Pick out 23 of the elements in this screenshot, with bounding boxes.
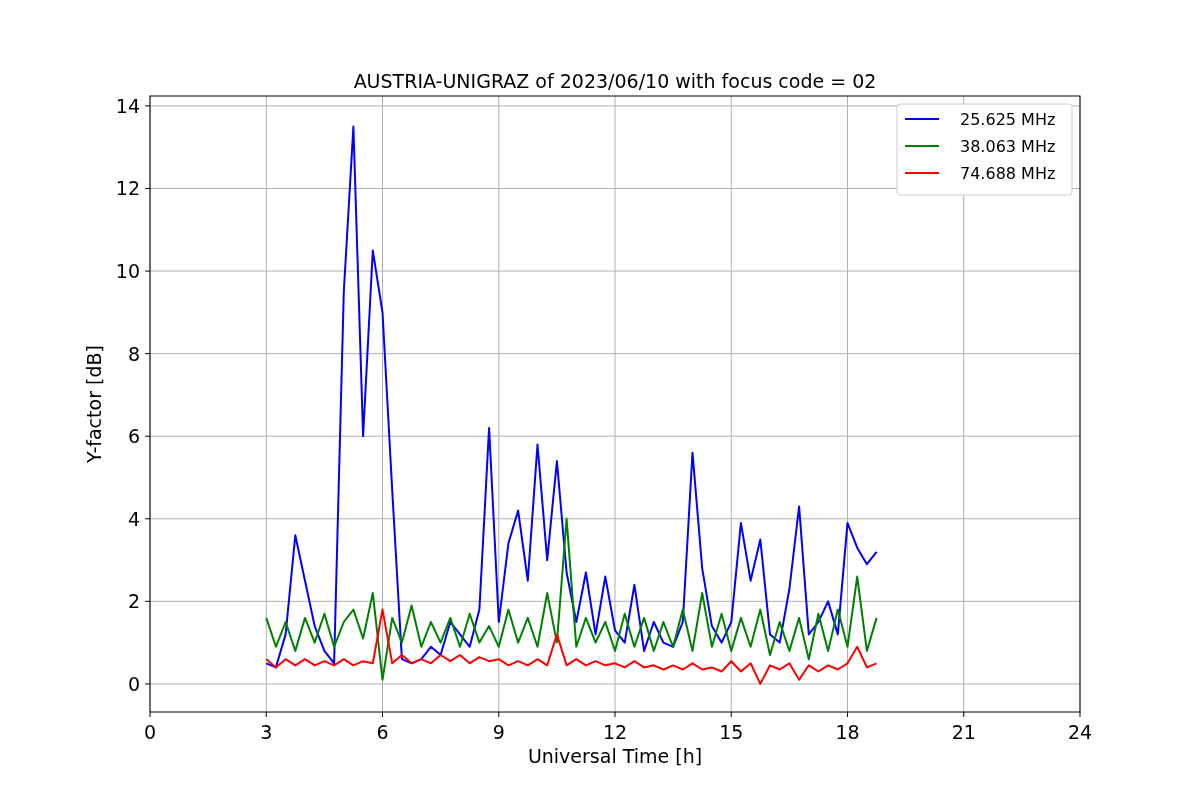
x-tick-label: 21 <box>951 721 976 743</box>
y-axis-label: Y-factor [dB] <box>83 345 105 463</box>
y-tick-label: 8 <box>127 342 140 365</box>
y-tick-label: 12 <box>115 177 140 200</box>
y-tick-label: 0 <box>127 672 140 695</box>
y-tick-label: 14 <box>115 94 140 117</box>
x-tick-label: 24 <box>1067 721 1093 743</box>
x-tick-label: 9 <box>492 721 505 743</box>
x-tick-label: 6 <box>376 721 389 743</box>
legend-label: 38.063 MHz <box>960 137 1056 156</box>
legend-label: 74.688 MHz <box>960 164 1056 183</box>
x-tick-label: 15 <box>719 721 744 743</box>
y-tick-label: 10 <box>115 260 140 283</box>
y-tick-label: 6 <box>127 425 140 448</box>
x-tick-label: 0 <box>143 721 157 743</box>
x-tick-label: 12 <box>602 721 628 743</box>
chart-title: AUSTRIA-UNIGRAZ of 2023/06/10 with focus code = 02 <box>353 70 877 92</box>
y-tick-label: 4 <box>127 507 140 530</box>
x-axis-label: Universal Time [h] <box>527 745 703 767</box>
x-tick-label: 18 <box>835 721 860 743</box>
y-tick-label: 2 <box>127 590 140 613</box>
legend-label: 25.625 MHz <box>960 110 1056 129</box>
x-tick-label: 3 <box>260 721 273 743</box>
